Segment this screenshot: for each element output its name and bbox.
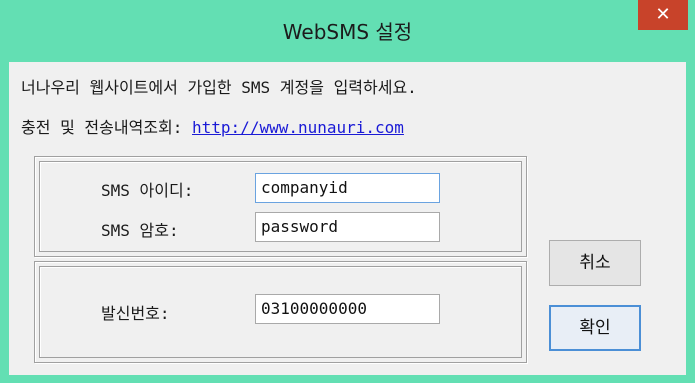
sms-id-label: SMS 아이디:	[101, 181, 194, 200]
account-groupbox: SMS 아이디: companyid SMS 암호: password	[34, 156, 527, 257]
dialog-body: 너나우리 웹사이트에서 가입한 SMS 계정을 입력하세요. 충전 및 전송내역…	[9, 62, 686, 375]
websms-settings-window: WebSMS 설정 ✕ 너나우리 웹사이트에서 가입한 SMS 계정을 입력하세…	[0, 0, 695, 383]
intro-text: 너나우리 웹사이트에서 가입한 SMS 계정을 입력하세요.	[21, 78, 417, 97]
ok-button[interactable]: 확인	[549, 305, 641, 351]
history-line: 충전 및 전송내역조회: http://www.nunauri.com	[21, 114, 404, 138]
sender-number-input[interactable]: 03100000000	[255, 294, 440, 324]
title-bar[interactable]: WebSMS 설정 ✕	[0, 0, 695, 62]
close-icon: ✕	[655, 4, 671, 25]
sender-number-label: 발신번호:	[101, 304, 170, 323]
close-button[interactable]: ✕	[638, 0, 688, 30]
history-label: 충전 및 전송내역조회:	[21, 118, 193, 137]
website-link[interactable]: http://www.nunauri.com	[192, 118, 404, 137]
sms-password-label: SMS 암호:	[101, 221, 179, 240]
sms-id-input[interactable]: companyid	[255, 173, 440, 203]
cancel-button[interactable]: 취소	[549, 240, 641, 286]
sms-password-input[interactable]: password	[255, 212, 440, 242]
sender-groupbox: 발신번호: 03100000000	[34, 261, 527, 363]
window-title: WebSMS 설정	[282, 20, 413, 44]
